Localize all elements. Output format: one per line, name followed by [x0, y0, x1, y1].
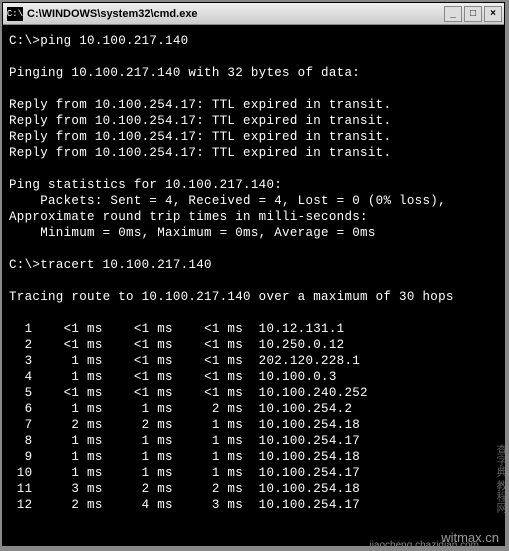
ping-reply: Reply from 10.100.254.17: TTL expired in…	[9, 130, 391, 144]
maximize-button[interactable]: □	[464, 6, 482, 22]
prompt: C:\>	[9, 258, 40, 272]
titlebar[interactable]: C:\ C:\WINDOWS\system32\cmd.exe _ □ ×	[3, 3, 504, 25]
tracert-header: Tracing route to 10.100.217.140 over a m…	[9, 290, 454, 304]
window-controls: _ □ ×	[444, 6, 502, 22]
cmd-icon: C:\	[7, 7, 23, 21]
tracert-table: 1 <1 ms <1 ms <1 ms 10.12.131.1 2 <1 ms …	[9, 322, 368, 512]
console-output[interactable]: C:\>ping 10.100.217.140 Pinging 10.100.2…	[3, 25, 504, 545]
ping-reply: Reply from 10.100.254.17: TTL expired in…	[9, 114, 391, 128]
ping-packets: Packets: Sent = 4, Received = 4, Lost = …	[9, 194, 446, 208]
side-label: 查字典 教程网	[493, 444, 509, 513]
ping-reply: Reply from 10.100.254.17: TTL expired in…	[9, 98, 391, 112]
command-text: tracert 10.100.217.140	[40, 258, 212, 272]
ping-approx: Approximate round trip times in milli-se…	[9, 210, 368, 224]
ping-header: Pinging 10.100.217.140 with 32 bytes of …	[9, 66, 360, 80]
ping-stats-header: Ping statistics for 10.100.217.140:	[9, 178, 282, 192]
minimize-button[interactable]: _	[444, 6, 462, 22]
prompt: C:\>	[9, 34, 40, 48]
close-button[interactable]: ×	[484, 6, 502, 22]
cmd-window: C:\ C:\WINDOWS\system32\cmd.exe _ □ × C:…	[2, 2, 505, 546]
bottom-label: jiaocheng.chazidian.com	[369, 540, 479, 551]
window-title: C:\WINDOWS\system32\cmd.exe	[27, 8, 444, 20]
command-text: ping 10.100.217.140	[40, 34, 188, 48]
ping-times: Minimum = 0ms, Maximum = 0ms, Average = …	[9, 226, 376, 240]
ping-reply: Reply from 10.100.254.17: TTL expired in…	[9, 146, 391, 160]
